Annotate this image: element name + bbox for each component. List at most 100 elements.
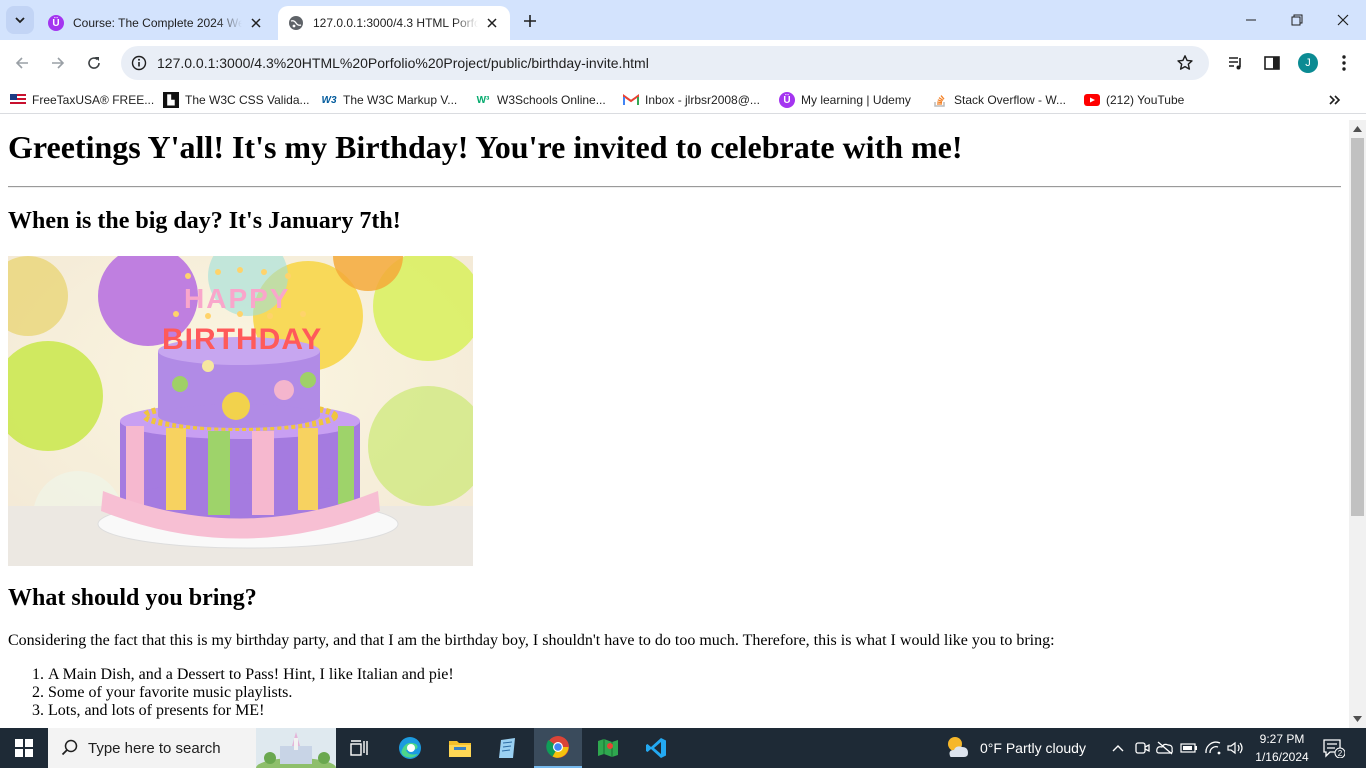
tab-udemy-course[interactable]: Ü Course: The Complete 2024 Web Developm… [38,6,274,40]
close-window-button[interactable] [1320,0,1366,40]
date-heading: When is the big day? It's January 7th! [8,208,401,234]
arrow-left-icon [15,57,28,69]
page-viewport: Greetings Y'all! It's my Birthday! You'r… [0,120,1349,728]
bookmark-label: The W3C Markup V... [343,93,458,107]
globe-icon [288,15,304,31]
restore-icon [1291,14,1303,26]
task-view-button[interactable] [336,728,384,768]
taskbar-file-explorer[interactable] [436,728,484,768]
site-info-icon[interactable] [129,53,149,73]
meet-now-icon[interactable] [1132,738,1152,758]
back-button[interactable] [8,49,36,77]
more-bookmarks-icon[interactable] [1326,91,1344,109]
bookmark-freetaxusa[interactable]: FreeTaxUSA® FREE... [10,91,154,109]
svg-text:BIRTHDAY: BIRTHDAY [162,323,322,356]
page-heading: Greetings Y'all! It's my Birthday! You'r… [8,129,963,165]
wifi-icon[interactable] [1203,738,1223,758]
taskbar-notepad[interactable] [484,728,532,768]
minimize-button[interactable] [1228,0,1274,40]
taskbar-chrome[interactable] [534,728,582,768]
intro-paragraph: Considering the fact that this is my bir… [8,632,1055,649]
volume-icon[interactable] [1226,738,1246,758]
w3c-icon: W3 [321,94,337,106]
flag-icon [10,92,26,108]
plus-icon [524,15,536,27]
chevron-up-icon [1112,745,1124,752]
udemy-icon: Ü [779,92,795,108]
minimize-icon [1246,19,1256,21]
weather-widget[interactable]: 0°F Partly cloudy [944,728,1086,768]
bookmark-w3c-css[interactable]: ▙ The W3C CSS Valida... [163,91,310,109]
taskbar-edge[interactable] [386,728,434,768]
bookmark-w3c-markup[interactable]: W3 The W3C Markup V... [321,91,458,109]
bookmark-label: W3Schools Online... [497,93,606,107]
side-panel-icon[interactable] [1260,51,1284,75]
tab-strip: Ü Course: The Complete 2024 Web Developm… [0,0,1366,40]
list-item: Lots, and lots of presents for ME! [48,702,454,720]
bookmark-label: FreeTaxUSA® FREE... [32,93,155,107]
search-icon [60,738,80,758]
clock-date: 1/16/2024 [1255,750,1309,764]
show-hidden-icons-button[interactable] [1108,738,1128,758]
close-tab-icon[interactable] [484,15,500,31]
clock-time: 9:27 PM [1259,732,1305,746]
notification-center-button[interactable]: 2 [1322,737,1346,759]
reload-icon [88,57,100,69]
horizontal-rule [8,186,1341,188]
scrollbar-thumb[interactable] [1351,138,1364,516]
menu-kebab-icon[interactable] [1332,51,1356,75]
chevron-down-icon [15,17,25,24]
stackoverflow-icon [932,92,948,108]
media-control-icon[interactable] [1224,51,1248,75]
system-clock[interactable]: 9:27 PM 1/16/2024 [1250,730,1314,766]
bookmark-label: The W3C CSS Valida... [185,93,310,107]
search-highlight-illustration [256,728,336,768]
w3c-css-icon: ▙ [163,92,179,108]
notification-icon: 2 [1323,739,1345,758]
profile-avatar[interactable]: J [1298,53,1318,73]
search-placeholder: Type here to search [88,740,221,757]
vertical-scrollbar[interactable] [1349,120,1366,728]
taskbar-search-box[interactable]: Type here to search [48,728,336,768]
bookmark-label: Inbox - jlrbsr2008@... [645,93,760,107]
bookmark-label: My learning | Udemy [801,93,911,107]
notepad-icon [499,738,515,758]
edge-icon [399,737,421,759]
windows-taskbar: Type here to search 0°F Partly cloudy 9:… [0,728,1366,768]
bookmark-udemy-learning[interactable]: Ü My learning | Udemy [779,91,911,109]
bookmark-label: (212) YouTube [1106,93,1185,107]
chrome-icon [546,736,569,758]
taskbar-vscode[interactable] [632,728,680,768]
gmail-icon [623,92,639,108]
task-view-icon [350,740,368,756]
tab-search-button[interactable] [6,6,34,34]
url-text[interactable]: 127.0.0.1:3000/4.3%20HTML%20Porfolio%20P… [157,55,649,71]
partly-cloudy-icon [948,737,968,757]
weather-text: 0°F Partly cloudy [980,740,1086,756]
close-icon [1337,14,1349,26]
taskbar-maps[interactable] [584,728,632,768]
bookmark-label: Stack Overflow - W... [954,93,1067,107]
scroll-down-icon[interactable] [1353,714,1362,723]
scroll-up-icon[interactable] [1353,124,1362,133]
arrow-right-icon [52,57,65,69]
address-bar[interactable]: 127.0.0.1:3000/4.3%20HTML%20Porfolio%20P… [121,46,1209,80]
start-button[interactable] [0,728,48,768]
vscode-icon [646,738,666,758]
onedrive-offline-icon[interactable] [1155,738,1175,758]
tab-title: Course: The Complete 2024 Web Developmen… [73,16,242,30]
forward-button[interactable] [44,49,72,77]
tab-birthday-invite[interactable]: 127.0.0.1:3000/4.3 HTML Porfolio Project [278,6,510,40]
bookmark-star-icon[interactable] [1175,53,1195,73]
restore-button[interactable] [1274,0,1320,40]
bookmark-stackoverflow[interactable]: Stack Overflow - W... [932,91,1066,109]
new-tab-button[interactable] [518,9,542,33]
bookmark-youtube[interactable]: (212) YouTube [1084,91,1184,109]
bookmark-w3schools[interactable]: W³ W3Schools Online... [475,91,606,109]
battery-icon[interactable] [1179,738,1199,758]
windows-logo-icon [15,739,33,757]
bookmark-gmail-inbox[interactable]: Inbox - jlrbsr2008@... [623,91,760,109]
youtube-icon [1084,92,1100,108]
reload-button[interactable] [80,49,108,77]
close-tab-icon[interactable] [248,15,264,31]
